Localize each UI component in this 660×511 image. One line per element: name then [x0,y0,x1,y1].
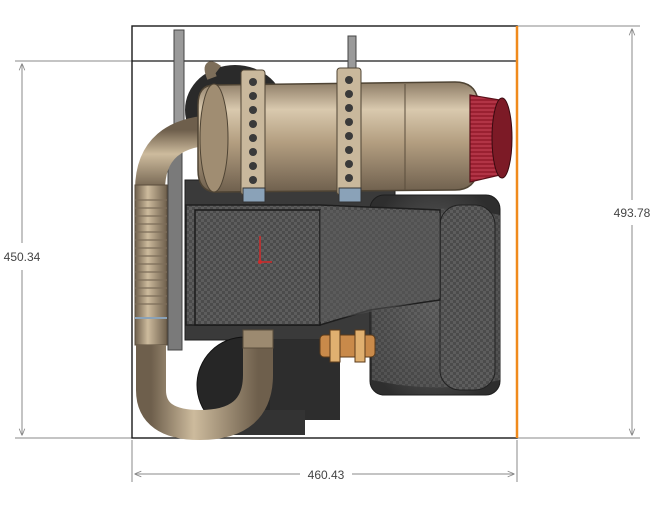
engine-drawing: 450.34 493.78 460.43 [4,25,651,482]
width-label: 460.43 [308,468,345,482]
height-right-label: 493.78 [614,206,651,220]
air-filter [469,94,513,183]
height-left-label: 450.34 [4,250,41,264]
fuel-fittings [319,329,376,363]
